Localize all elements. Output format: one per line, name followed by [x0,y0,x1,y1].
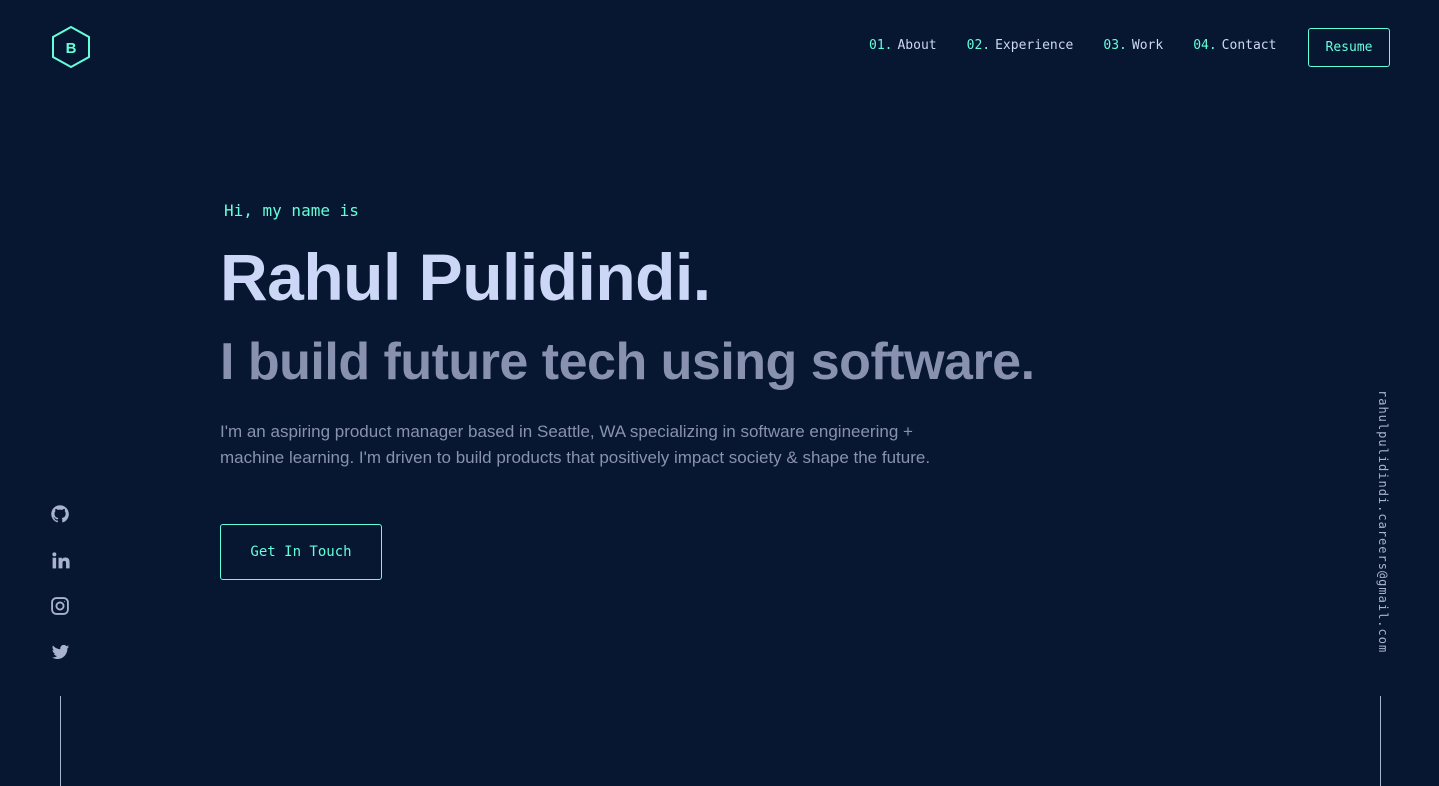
nav-label: About [897,38,937,53]
nav-label: Experience [995,38,1074,53]
nav-number: 01. [869,38,893,53]
nav-number: 04. [1193,38,1217,53]
nav-number: 02. [966,38,991,53]
nav-item-contact[interactable]: 04. Contact [1193,38,1276,56]
get-in-touch-button[interactable]: Get In Touch [220,524,382,580]
hero-tagline: I build future tech using software. [220,333,1035,391]
github-icon[interactable] [49,503,71,525]
logo-letter: B [66,40,77,57]
nav-number: 03. [1103,38,1127,53]
intro-text: Hi, my name is [224,201,359,220]
hero-name: Rahul Pulidindi. [220,240,711,314]
resume-button[interactable]: Resume [1308,28,1390,67]
email-link[interactable]: rahulpulidindi.careers@gmail.com [1372,390,1390,666]
nav-item-about[interactable]: 01. About [869,38,937,56]
right-divider-line [1380,696,1381,786]
nav-label: Work [1131,38,1164,53]
main-nav: 01. About 02. Experience 03. Work 04. Co… [869,38,1276,56]
instagram-icon[interactable] [49,595,71,617]
nav-label: Contact [1221,38,1277,53]
hexagon-logo-icon[interactable]: B [50,25,92,69]
left-divider-line [60,696,61,786]
twitter-icon[interactable] [49,641,71,663]
nav-item-experience[interactable]: 02. Experience [967,38,1074,56]
nav-item-work[interactable]: 03. Work [1103,38,1163,56]
linkedin-icon[interactable] [49,549,71,571]
hero-bio: I'm an aspiring product manager based in… [220,422,931,467]
